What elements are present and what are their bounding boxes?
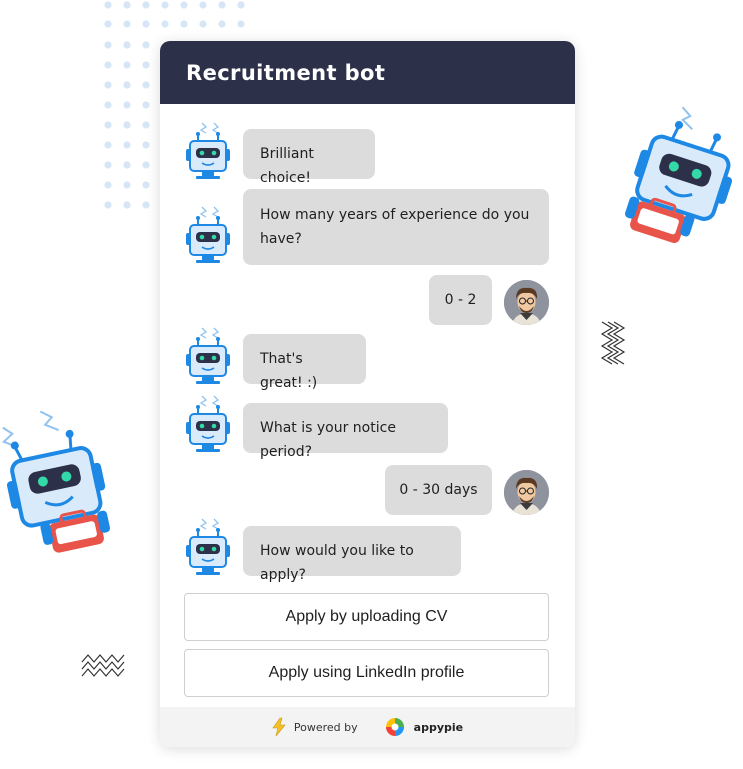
- robot-mascot-left: [1, 410, 111, 553]
- lightning-icon: [272, 717, 286, 737]
- zigzag-decoration-left: [81, 654, 125, 677]
- robot-icon: [184, 205, 232, 265]
- bot-message-bubble: Brilliant choice!: [243, 129, 375, 186]
- user-message-bubble: 0 - 30 days: [385, 465, 492, 515]
- bot-message-bubble: That's great! :): [243, 334, 366, 391]
- bot-message-bubble: How many years of experience do you have…: [243, 189, 549, 265]
- appypie-brand-label[interactable]: appypie: [414, 721, 463, 734]
- appypie-logo-icon: [385, 718, 404, 736]
- robot-icon: [184, 326, 232, 386]
- user-avatar-icon: [504, 280, 549, 325]
- bot-message-bubble: What is your notice period?: [243, 403, 448, 460]
- powered-by-label: Powered by: [293, 720, 358, 734]
- robot-icon: [184, 394, 232, 454]
- chat-title: Recruitment bot: [186, 60, 386, 85]
- chat-footer: Powered by appypie: [160, 707, 575, 747]
- robot-icon: [184, 121, 232, 181]
- robot-mascot-right: [625, 106, 733, 243]
- bot-message-bubble: How would you like to apply?: [243, 526, 461, 583]
- chat-header: Recruitment bot: [160, 41, 575, 104]
- zigzag-decoration-right: [600, 321, 626, 365]
- apply-upload-cv-button[interactable]: Apply by uploading CV: [184, 593, 549, 641]
- user-avatar-icon: [504, 470, 549, 515]
- user-message-bubble: 0 - 2: [429, 275, 492, 325]
- chat-window: Recruitment bot Brilliant choice! How ma…: [160, 41, 575, 747]
- apply-linkedin-button[interactable]: Apply using LinkedIn profile: [184, 649, 549, 697]
- robot-icon: [184, 517, 232, 577]
